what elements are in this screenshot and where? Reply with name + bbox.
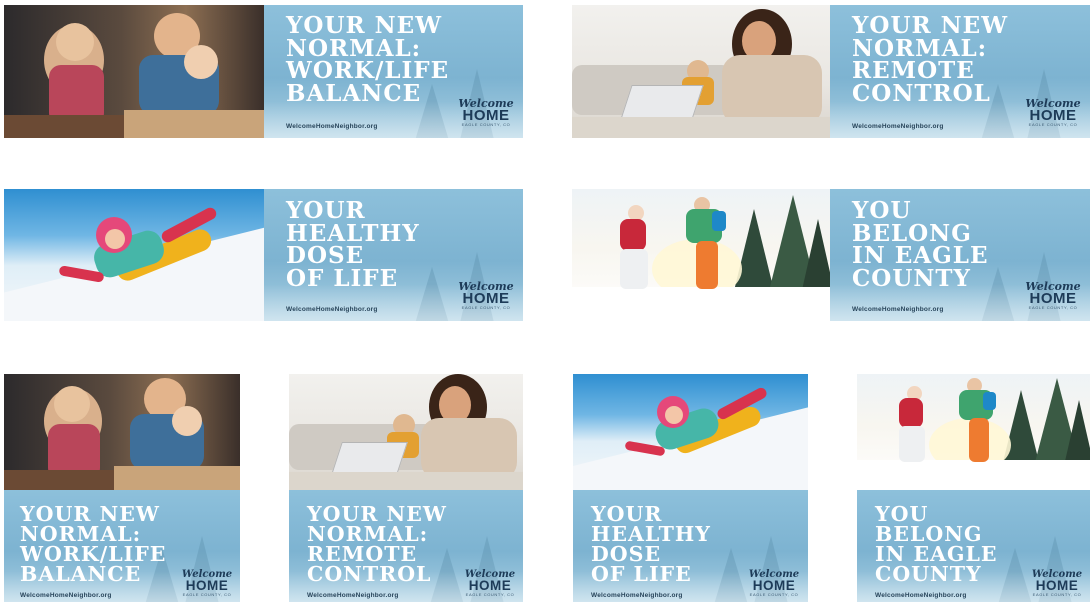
website-url[interactable]: WelcomeHomeNeighbor.org	[286, 306, 378, 313]
welcome-home-logo: Welcome HOME EAGLE COUNTY, CO	[1025, 280, 1081, 311]
square-ad-remote-control[interactable]: YOUR NEW NORMAL: REMOTE CONTROL WelcomeHome…	[289, 374, 523, 602]
welcome-home-logo: Welcome HOME EAGLE COUNTY, CO	[464, 569, 516, 597]
snowshoers-photo	[572, 189, 830, 321]
website-url[interactable]: WelcomeHomeNeighbor.org	[286, 123, 378, 130]
headline: YOUR NEW NORMAL: WORK/LIFE BALANCE	[20, 502, 167, 587]
banner-healthy-dose[interactable]: YOUR HEALTHY DOSE OF LIFE WelcomeHomeNeighb…	[4, 189, 523, 321]
website-url[interactable]: WelcomeHomeNeighbor.org	[852, 306, 944, 313]
welcome-home-logo: Welcome HOME EAGLE COUNTY, CO	[1025, 97, 1081, 128]
welcome-home-logo: Welcome HOME EAGLE COUNTY, CO	[181, 569, 233, 597]
welcome-home-logo: Welcome HOME EAGLE COUNTY, CO	[748, 569, 800, 597]
headline: YOU BELONG IN EAGLE COUNTY	[875, 502, 998, 587]
website-url[interactable]: WelcomeHomeNeighbor.org	[591, 592, 683, 599]
family-baking-photo	[4, 374, 240, 490]
welcome-home-logo: Welcome HOME EAGLE COUNTY, CO	[458, 280, 514, 311]
headline: YOUR NEW NORMAL: WORK/LIFE BALANCE	[286, 12, 450, 107]
child-sledding-photo	[4, 189, 264, 321]
website-url[interactable]: WelcomeHomeNeighbor.org	[307, 592, 399, 599]
website-url[interactable]: WelcomeHomeNeighbor.org	[875, 592, 967, 599]
family-baking-photo	[4, 5, 264, 138]
headline: YOU BELONG IN EAGLE COUNTY	[852, 197, 989, 292]
square-ad-healthy-dose[interactable]: YOUR HEALTHY DOSE OF LIFE WelcomeHomeNeighb…	[573, 374, 808, 602]
banner-work-life[interactable]: YOUR NEW NORMAL: WORK/LIFE BALANCE WelcomeH…	[4, 5, 523, 138]
headline: YOUR NEW NORMAL: REMOTE CONTROL	[852, 12, 1009, 107]
woman-laptop-photo	[572, 5, 830, 138]
banner-remote-control[interactable]: YOUR NEW NORMAL: REMOTE CONTROL WelcomeHome…	[572, 5, 1090, 138]
welcome-home-logo: Welcome HOME EAGLE COUNTY, CO	[1031, 569, 1083, 597]
website-url[interactable]: WelcomeHomeNeighbor.org	[20, 592, 112, 599]
snowshoers-photo	[857, 374, 1090, 490]
website-url[interactable]: WelcomeHomeNeighbor.org	[852, 123, 944, 130]
square-ad-work-life[interactable]: YOUR NEW NORMAL: WORK/LIFE BALANCE WelcomeH…	[4, 374, 240, 602]
welcome-home-logo: Welcome HOME EAGLE COUNTY, CO	[458, 97, 514, 128]
banner-belong-eagle-county[interactable]: YOU BELONG IN EAGLE COUNTY WelcomeHomeNeigh…	[572, 189, 1090, 321]
child-sledding-photo	[573, 374, 808, 490]
headline: YOUR NEW NORMAL: REMOTE CONTROL	[307, 502, 447, 587]
headline: YOUR HEALTHY DOSE OF LIFE	[286, 197, 420, 292]
woman-laptop-photo	[289, 374, 523, 490]
headline: YOUR HEALTHY DOSE OF LIFE	[591, 502, 711, 587]
square-ad-belong-eagle-county[interactable]: YOU BELONG IN EAGLE COUNTY WelcomeHomeNeigh…	[857, 374, 1090, 602]
